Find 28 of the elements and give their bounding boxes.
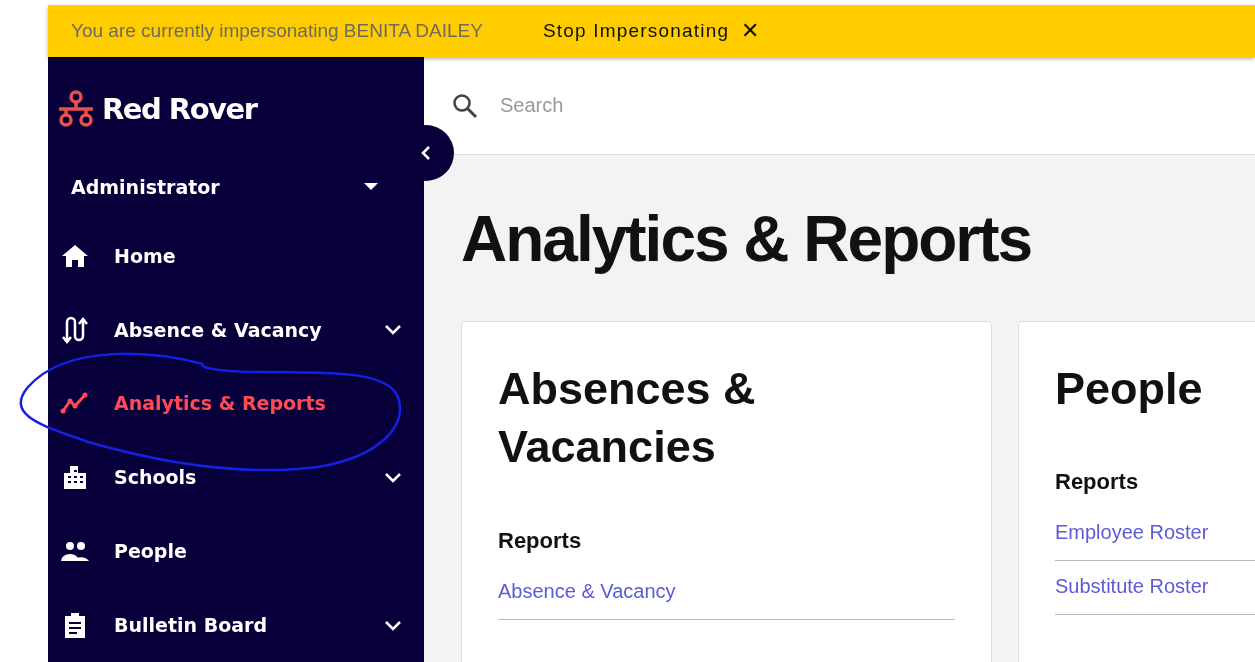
nav-item[interactable]: Analytics & Reports xyxy=(48,366,424,441)
nav-item[interactable]: Schools xyxy=(48,440,424,515)
chevron-down-icon xyxy=(384,619,402,631)
nav-item[interactable]: People xyxy=(48,514,424,589)
arrows-icon xyxy=(60,315,90,344)
close-button[interactable]: ✕ xyxy=(741,18,760,44)
chevron-down-icon xyxy=(384,324,402,336)
card-title: People xyxy=(1055,362,1204,416)
card-title: Absences & Vacancies xyxy=(498,362,757,474)
report-link[interactable]: Absence & Vacancy xyxy=(498,566,955,620)
dropdown-caret-icon xyxy=(364,182,378,191)
section-heading: Reports xyxy=(1055,469,1140,495)
report-link[interactable]: Employee Roster xyxy=(1055,507,1255,561)
chevron-down-icon xyxy=(384,471,402,483)
section-heading: Reports xyxy=(498,528,583,554)
nav-item[interactable]: Home xyxy=(48,218,424,293)
brand-name: Red Rover xyxy=(102,91,257,126)
role-dropdown[interactable]: Administrator xyxy=(48,166,424,207)
search-field[interactable]: Search xyxy=(498,93,802,118)
stop-impersonating-button[interactable]: Stop Impersonating xyxy=(542,20,730,42)
logo-icon xyxy=(56,88,96,129)
banner-message: You are currently impersonating BENITA DAILEY xyxy=(71,20,483,42)
page-title: Analytics & Reports xyxy=(461,202,1033,277)
chevron-left-icon xyxy=(421,145,431,161)
search-icon xyxy=(452,92,478,119)
nav-item[interactable]: Bulletin Board xyxy=(48,588,424,662)
report-link[interactable]: Substitute Roster xyxy=(1055,561,1255,615)
nav-item[interactable]: Absence & Vacancy xyxy=(48,292,424,367)
